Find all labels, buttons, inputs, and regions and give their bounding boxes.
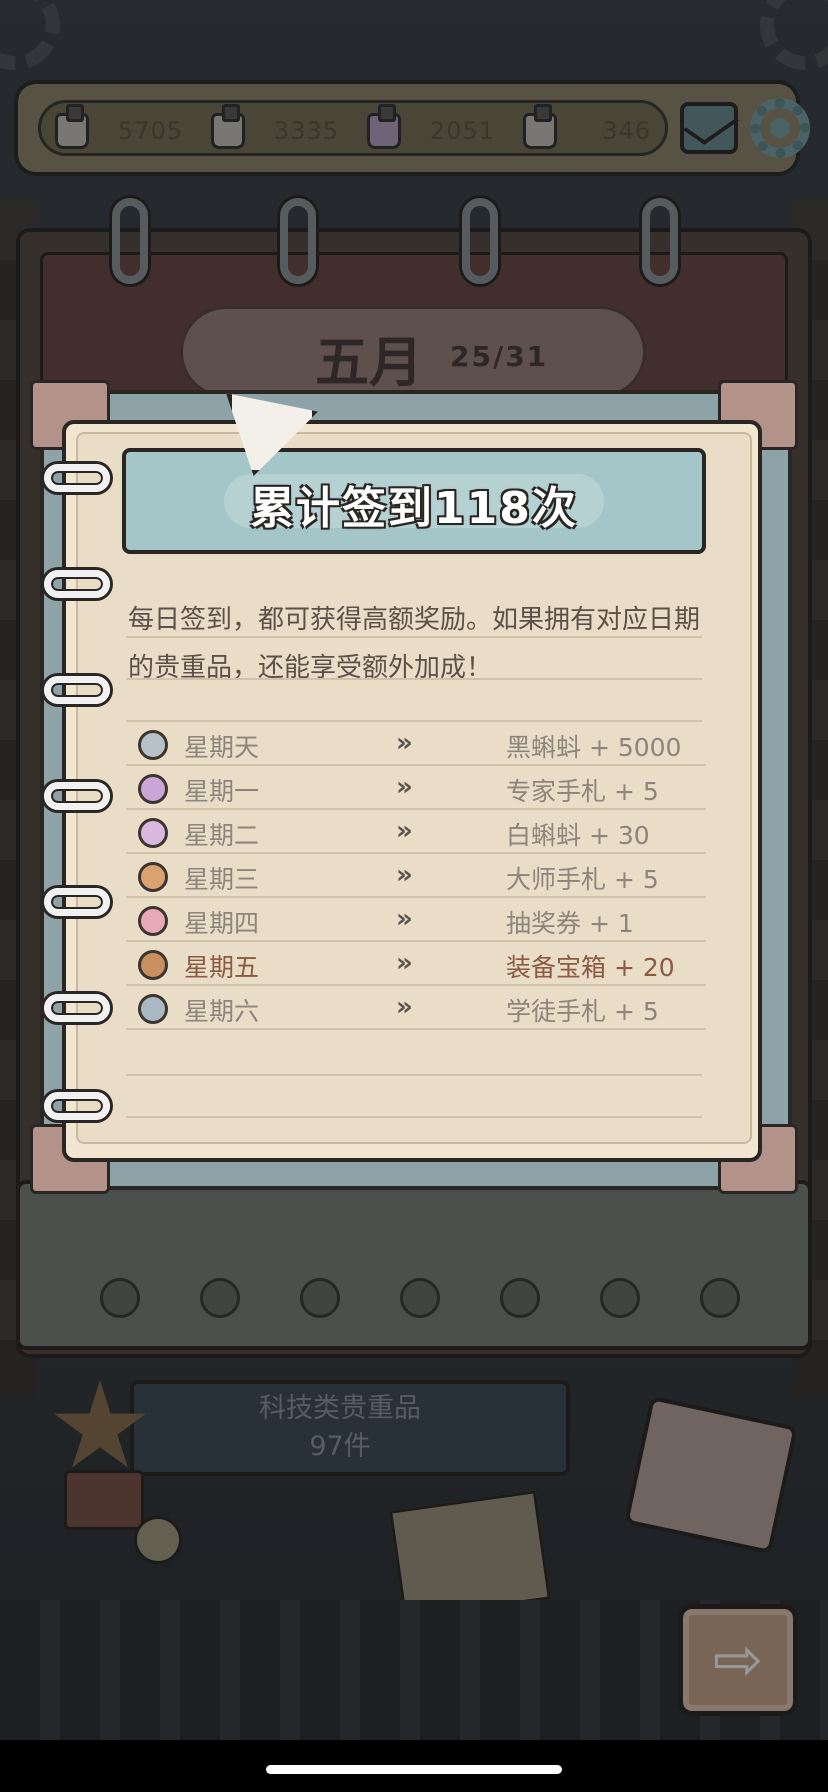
expert-notes-icon bbox=[138, 774, 168, 804]
reward-label: 装备宝箱 + 20 bbox=[506, 953, 675, 982]
notebook-spiral bbox=[44, 994, 110, 1022]
modal-title: 累计签到118次 bbox=[250, 483, 578, 534]
day-label: 星期二 bbox=[184, 821, 260, 850]
double-chevron-icon: » bbox=[396, 772, 413, 802]
reward-label: 大师手札 + 5 bbox=[506, 865, 659, 894]
weekday-reward-list: 星期天 » 黑蝌蚪 + 5000 星期一 » 专家手札 + 5 星期二 » 白蝌… bbox=[126, 722, 706, 1030]
master-notes-icon bbox=[138, 862, 168, 892]
reward-row-friday: 星期五 » 装备宝箱 + 20 bbox=[126, 942, 706, 986]
day-label: 星期天 bbox=[184, 733, 260, 762]
double-chevron-icon: » bbox=[396, 992, 413, 1022]
day-label: 星期三 bbox=[184, 865, 260, 894]
lottery-ticket-icon bbox=[138, 906, 168, 936]
day-label: 星期五 bbox=[184, 953, 260, 982]
notebook-spiral bbox=[44, 782, 110, 810]
notebook-spiral bbox=[44, 1092, 110, 1120]
reward-row-thursday: 星期四 » 抽奖券 + 1 bbox=[126, 898, 706, 942]
reward-row-wednesday: 星期三 » 大师手札 + 5 bbox=[126, 854, 706, 898]
double-chevron-icon: » bbox=[396, 904, 413, 934]
reward-label: 白蝌蚪 + 30 bbox=[506, 821, 650, 850]
double-chevron-icon: » bbox=[396, 728, 413, 758]
reward-label: 抽奖券 + 1 bbox=[506, 909, 634, 938]
ruled-line bbox=[126, 636, 702, 638]
reward-row-saturday: 星期六 » 学徒手札 + 5 bbox=[126, 986, 706, 1030]
ruled-line bbox=[126, 1074, 702, 1076]
reward-row-tuesday: 星期二 » 白蝌蚪 + 30 bbox=[126, 810, 706, 854]
reward-row-monday: 星期一 » 专家手札 + 5 bbox=[126, 766, 706, 810]
notebook-spiral bbox=[44, 464, 110, 492]
double-chevron-icon: » bbox=[396, 816, 413, 846]
apprentice-notes-icon bbox=[138, 994, 168, 1024]
reward-row-sunday: 星期天 » 黑蝌蚪 + 5000 bbox=[126, 722, 706, 766]
equipment-chest-icon bbox=[138, 950, 168, 980]
notebook-spiral bbox=[44, 888, 110, 916]
reward-label: 专家手札 + 5 bbox=[506, 777, 659, 806]
tadpole-black-icon bbox=[138, 730, 168, 760]
reward-label: 黑蝌蚪 + 5000 bbox=[506, 733, 682, 762]
day-label: 星期六 bbox=[184, 997, 260, 1026]
double-chevron-icon: » bbox=[396, 948, 413, 978]
tadpole-white-icon bbox=[138, 818, 168, 848]
day-label: 星期四 bbox=[184, 909, 260, 938]
ruled-line bbox=[126, 1116, 702, 1118]
ruled-line bbox=[126, 678, 702, 680]
day-label: 星期一 bbox=[184, 777, 260, 806]
double-chevron-icon: » bbox=[396, 860, 413, 890]
notebook-spiral bbox=[44, 676, 110, 704]
home-indicator[interactable] bbox=[266, 1765, 562, 1774]
reward-label: 学徒手札 + 5 bbox=[506, 997, 659, 1026]
notebook-spiral bbox=[44, 570, 110, 598]
